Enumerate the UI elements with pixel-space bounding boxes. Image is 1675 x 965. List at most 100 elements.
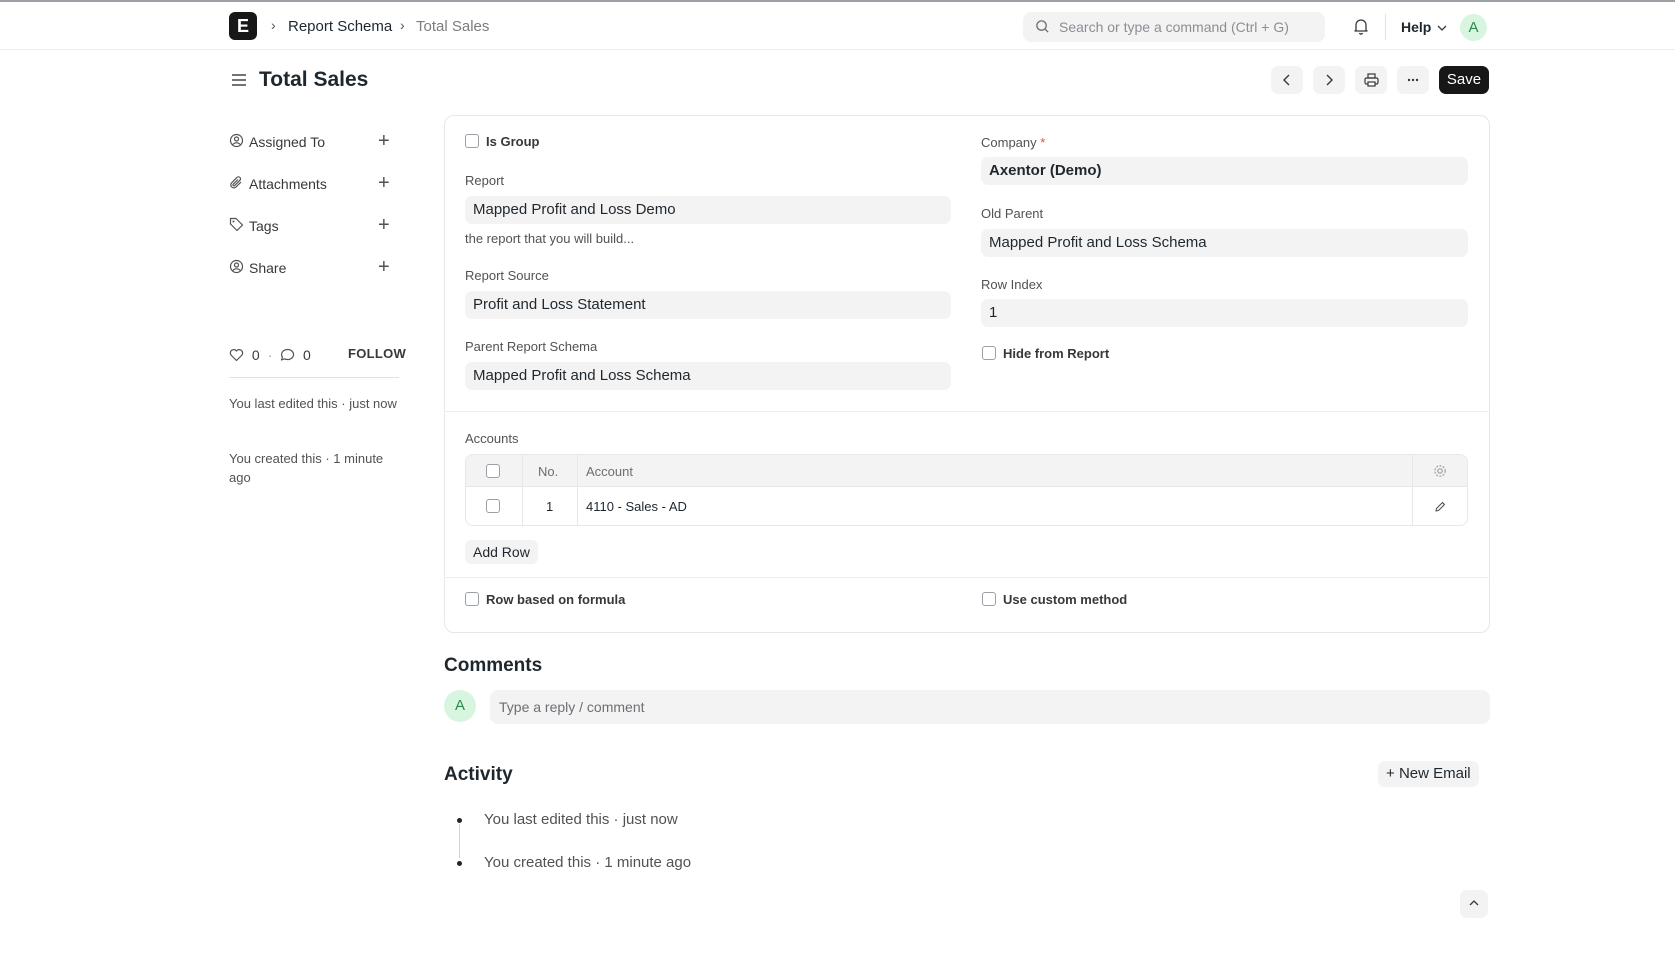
hide-from-report-checkbox[interactable] [982,346,996,360]
sidebar-item-assigned-to[interactable]: Assigned To + [229,129,399,153]
row-index-field[interactable]: 1 [981,299,1468,327]
report-source-field[interactable]: Profit and Loss Statement [465,291,951,319]
column-header-no: No. [538,464,559,479]
search-input[interactable] [1059,12,1317,42]
share-icon [229,259,244,274]
navbar-divider [1385,14,1386,40]
select-all-checkbox[interactable] [486,464,500,478]
likes-count: 0 [251,347,260,364]
save-button[interactable]: Save [1439,66,1489,94]
last-edited-note: You last edited this · just now [229,396,397,411]
edit-icon[interactable] [1434,501,1446,513]
timeline-line [459,824,460,858]
search-icon [1036,20,1049,33]
heart-icon[interactable] [229,348,244,362]
navbar: E › Report Schema › Total Sales Help A [0,2,1675,50]
column-header-account: Account [586,464,633,479]
gear-icon[interactable] [1433,464,1447,478]
likes-comments-summary: 0 · 0 [229,346,311,363]
app-logo[interactable]: E [229,12,257,40]
new-email-button[interactable]: + New Email [1378,761,1479,787]
comment-icon[interactable] [280,348,295,362]
previous-doc-button[interactable] [1271,66,1303,94]
sidebar-item-label: Share [249,260,287,276]
sidebar-divider [229,377,399,378]
created-note: You created this · 1 minute ago [229,451,384,485]
chevron-up-icon [1469,900,1479,906]
commenter-avatar: A [444,690,476,722]
search-bar[interactable] [1023,12,1325,42]
timeline-dot [457,818,462,823]
row-number: 1 [546,499,554,514]
plus-icon: + [1386,765,1395,782]
breadcrumb-total-sales[interactable]: Total Sales [416,18,489,35]
sidebar-item-tags[interactable]: Tags + [229,213,399,237]
follow-button[interactable]: FOLLOW [348,346,406,361]
accounts-label: Accounts [465,431,519,446]
chevron-right-icon [1326,74,1333,86]
sidebar-item-share[interactable]: Share + [229,255,399,279]
row-based-on-formula-label: Row based on formula [486,592,626,607]
more-actions-button[interactable] [1397,66,1429,94]
account-cell[interactable]: 4110 - Sales - AD [586,499,687,514]
row-index-label: Row Index [981,277,1043,292]
hide-from-report-label: Hide from Report [1003,346,1110,361]
comments-title: Comments [444,655,543,676]
scroll-to-top-button[interactable] [1460,890,1488,918]
paperclip-icon [230,176,242,189]
add-share-icon[interactable]: + [378,256,390,279]
accounts-table: No. Account 1 4110 - Sales - AD [465,454,1468,526]
report-label: Report [465,173,505,188]
activity-entry: You created this · 1 minute ago [484,854,692,871]
activity-entry: You last edited this · just now [484,811,678,828]
add-tag-icon[interactable]: + [378,214,390,237]
report-source-label: Report Source [465,268,549,283]
chevron-down-icon [1437,25,1447,31]
page-title: Total Sales [259,68,369,91]
comments-count: 0 [303,347,311,364]
assign-icon [229,133,244,148]
add-row-button[interactable]: Add Row [465,540,538,564]
printer-icon [1363,73,1379,87]
add-attachment-icon[interactable]: + [378,172,390,195]
sidebar-item-attachments[interactable]: Attachments + [229,171,399,195]
tag-icon [229,217,244,232]
parent-report-schema-field[interactable]: Mapped Profit and Loss Schema [465,362,951,390]
bell-icon[interactable] [1353,18,1369,35]
row-checkbox[interactable] [486,499,500,513]
ellipsis-icon [1407,78,1419,82]
use-custom-method-label: Use custom method [1003,592,1128,607]
add-assignee-icon[interactable]: + [378,130,390,153]
old-parent-label: Old Parent [981,206,1044,221]
row-based-on-formula-checkbox[interactable] [465,592,479,606]
use-custom-method-checkbox[interactable] [982,592,996,606]
activity-title: Activity [444,764,513,785]
help-label: Help [1401,19,1432,35]
comment-input[interactable] [490,690,1490,724]
chevron-right-icon: › [400,17,405,33]
section-divider [444,411,1490,412]
sidebar-item-label: Attachments [249,176,327,192]
old-parent-field[interactable]: Mapped Profit and Loss Schema [981,229,1468,257]
parent-report-schema-label: Parent Report Schema [465,339,598,354]
print-button[interactable] [1355,66,1387,94]
chevron-right-icon: › [271,17,276,33]
next-doc-button[interactable] [1313,66,1345,94]
sidebar-item-label: Assigned To [249,134,326,150]
sidebar-toggle-icon[interactable] [231,72,247,88]
company-field[interactable]: Axentor (Demo) [981,157,1468,185]
company-label: Company * [981,135,1046,150]
is-group-label: Is Group [486,134,540,149]
required-marker: * [1040,135,1046,150]
timeline-dot [457,861,462,866]
report-description: the report that you will build... [465,231,635,246]
sidebar-item-label: Tags [249,218,279,234]
chevron-left-icon [1283,74,1290,86]
section-divider [444,577,1490,578]
report-field[interactable]: Mapped Profit and Loss Demo [465,196,951,224]
help-menu[interactable]: Help [1401,19,1447,35]
user-avatar[interactable]: A [1460,14,1487,41]
breadcrumb-report-schema[interactable]: Report Schema [288,18,392,35]
is-group-checkbox[interactable] [465,134,479,148]
table-row[interactable]: 1 4110 - Sales - AD [466,487,1467,525]
